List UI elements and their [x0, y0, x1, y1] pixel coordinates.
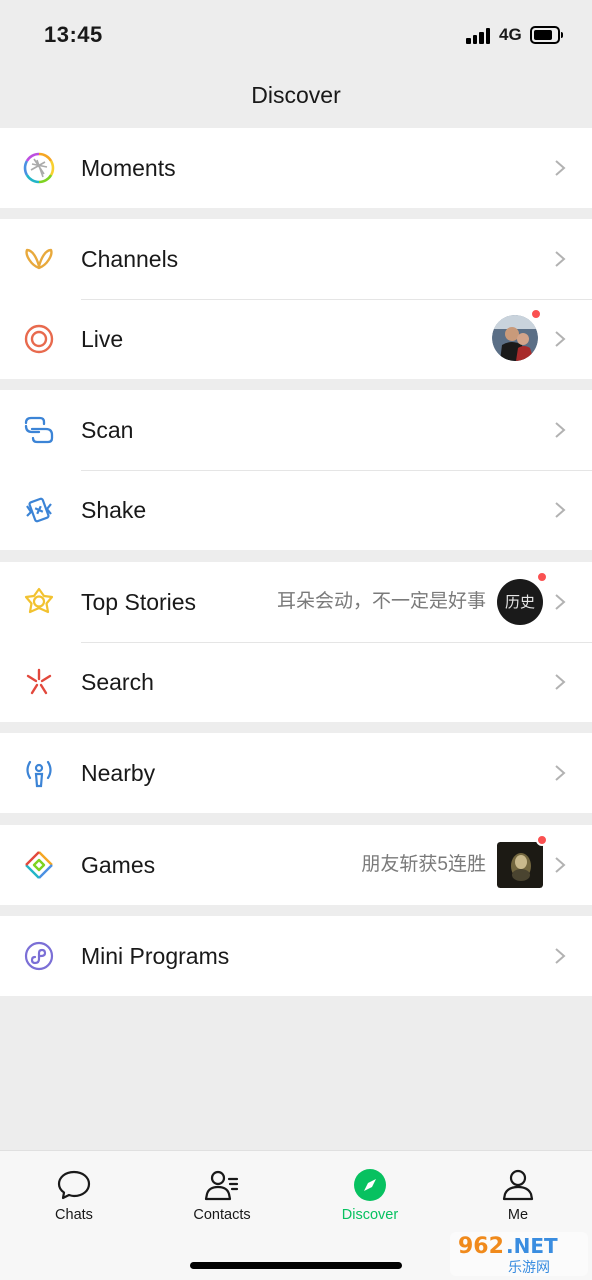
chevron-right-icon [555, 674, 566, 690]
menu-item-label: Games [81, 852, 156, 878]
menu-item-label: Search [81, 669, 154, 695]
notification-dot [536, 834, 548, 846]
watermark-logo: 962 .NET 乐游网 [450, 1232, 588, 1276]
home-indicator [190, 1262, 402, 1269]
tab-label: Me [507, 1207, 529, 1223]
tab-contacts[interactable]: Contacts [148, 1151, 296, 1231]
chevron-right-icon [555, 594, 566, 610]
tab-label: Chats [55, 1207, 93, 1223]
games-subtitle: 朋友斩获5连胜 [361, 854, 486, 875]
chevron-right-icon [555, 331, 566, 347]
group-scan-shake: Scan Shake [0, 390, 592, 550]
notification-dot [530, 308, 542, 320]
nav-bar: Discover [0, 70, 592, 128]
svg-text:962: 962 [458, 1234, 504, 1259]
compass-icon [354, 1169, 386, 1201]
menu-item-shake[interactable]: Shake [0, 470, 592, 550]
menu-item-label: Channels [81, 246, 179, 272]
battery-icon [530, 26, 563, 44]
notification-dot [536, 571, 548, 583]
group-mini-programs: Mini Programs [0, 916, 592, 996]
chevron-right-icon [555, 160, 566, 176]
group-nearby: Nearby [0, 733, 592, 813]
group-top-stories-search: Top Stories 耳朵会动，不一定是好事 历史 Search [0, 562, 592, 722]
search-icon [26, 668, 52, 695]
signal-icon [466, 28, 494, 44]
game-thumbnail [497, 842, 543, 888]
group-moments: Moments [0, 128, 592, 208]
tab-chats[interactable]: Chats [0, 1151, 148, 1231]
network-type: 4G [499, 25, 522, 44]
tab-me[interactable]: Me [444, 1151, 592, 1231]
contacts-icon [204, 1170, 239, 1201]
live-icon [24, 324, 54, 354]
top-stories-icon [24, 587, 54, 614]
menu-item-scan[interactable]: Scan [0, 390, 592, 470]
status-time: 13:45 [44, 22, 103, 47]
chat-bubble-icon [57, 1170, 91, 1200]
menu-item-search[interactable]: Search [0, 642, 592, 722]
menu-item-label: Shake [81, 497, 147, 523]
menu-item-live[interactable]: Live [0, 299, 592, 379]
menu-item-top-stories[interactable]: Top Stories 耳朵会动，不一定是好事 历史 [0, 562, 592, 642]
menu-item-label: Mini Programs [81, 943, 230, 969]
menu-item-label: Live [81, 326, 124, 352]
chevron-right-icon [555, 765, 566, 781]
moments-icon [23, 152, 55, 184]
chevron-right-icon [555, 948, 566, 964]
mini-programs-icon [24, 941, 54, 971]
status-bar: 13:45 4G [0, 0, 592, 70]
channels-icon [25, 248, 53, 270]
menu-item-label: Nearby [81, 760, 156, 786]
nearby-icon [26, 760, 52, 788]
menu-item-nearby[interactable]: Nearby [0, 733, 592, 813]
top-stories-subtitle: 耳朵会动，不一定是好事 [276, 591, 486, 612]
menu-item-moments[interactable]: Moments [0, 128, 592, 208]
person-icon [502, 1169, 534, 1201]
chevron-right-icon [555, 251, 566, 267]
tab-label: Contacts [193, 1207, 251, 1223]
page-title: Discover [251, 82, 341, 108]
chevron-right-icon [555, 502, 566, 518]
top-stories-thumbnail: 历史 [497, 579, 543, 625]
svg-text:.NET: .NET [506, 1234, 558, 1258]
tab-label: Discover [341, 1207, 399, 1223]
menu-item-label: Moments [81, 155, 176, 181]
scan-icon [24, 416, 54, 444]
menu-item-label: Top Stories [81, 589, 197, 615]
svg-text:乐游网: 乐游网 [508, 1260, 550, 1276]
shake-icon [26, 497, 52, 523]
menu-item-label: Scan [81, 417, 134, 443]
games-icon [25, 851, 53, 879]
menu-item-mini-programs[interactable]: Mini Programs [0, 916, 592, 996]
group-games: Games 朋友斩获5连胜 [0, 825, 592, 905]
menu-item-channels[interactable]: Channels [0, 219, 592, 299]
live-avatar [492, 315, 538, 361]
group-channels-live: Channels Live [0, 219, 592, 379]
tab-discover[interactable]: Discover [296, 1151, 444, 1231]
menu-item-games[interactable]: Games 朋友斩获5连胜 [0, 825, 592, 905]
chevron-right-icon [555, 422, 566, 438]
chevron-right-icon [555, 857, 566, 873]
